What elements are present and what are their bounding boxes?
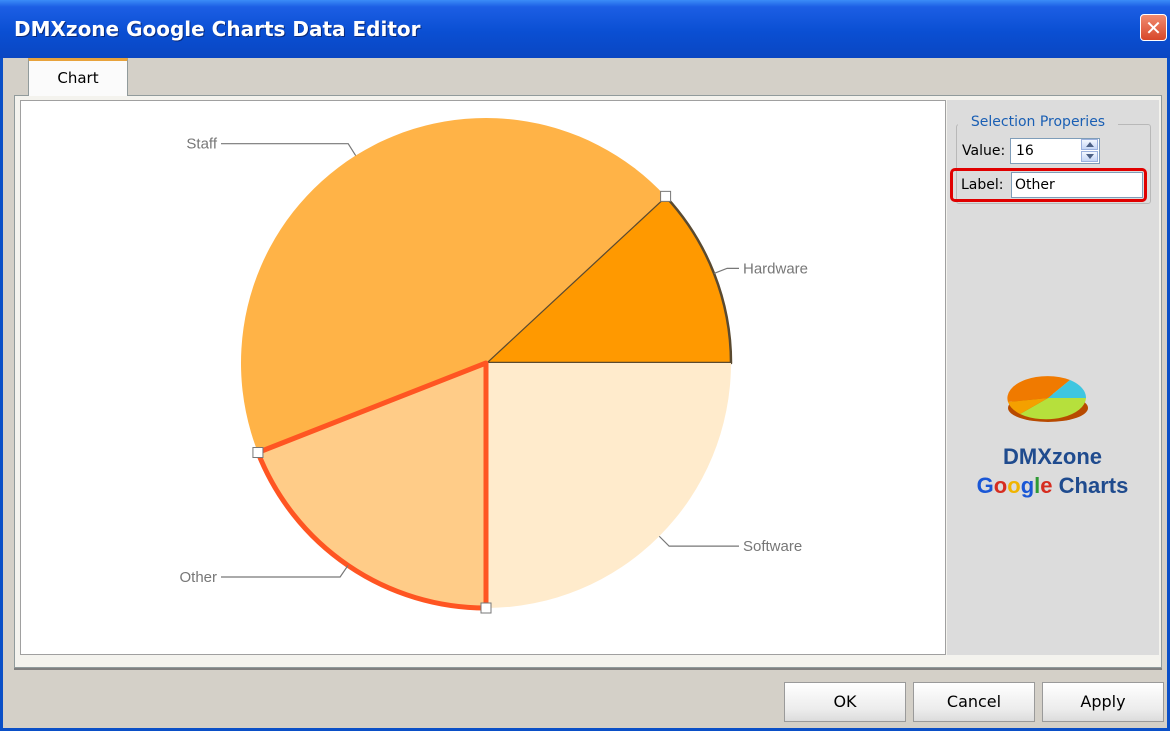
spin-down-icon[interactable] — [1081, 151, 1098, 162]
slice-leader-line — [658, 535, 739, 547]
slice-label: Other — [179, 569, 217, 586]
pie-chart-logo-icon — [1000, 362, 1105, 432]
brand-dmxzone: DMXzone — [1003, 444, 1102, 469]
tab-chart[interactable]: Chart — [28, 58, 128, 96]
window-title: DMXzone Google Charts Data Editor — [14, 17, 421, 41]
brand-google-charts: Google Charts — [950, 473, 1155, 499]
brand-google-letter: o — [993, 473, 1008, 498]
slice-leader-line — [713, 267, 739, 275]
brand-google-letter: g — [1020, 473, 1035, 498]
ok-button[interactable]: OK — [784, 682, 906, 722]
brand-google-letter: o — [1007, 473, 1021, 498]
label-field-label: Label: — [961, 177, 1004, 193]
label-input[interactable] — [1011, 172, 1143, 198]
title-bar[interactable]: DMXzone Google Charts Data Editor ✕ — [0, 0, 1170, 58]
pie-slice-software[interactable] — [486, 363, 731, 608]
slice-leader-line — [221, 143, 357, 156]
slice-label: Hardware — [743, 260, 808, 277]
brand-google-letter: e — [1040, 473, 1053, 498]
slice-leader-line — [221, 565, 349, 578]
panel-divider — [14, 668, 1162, 670]
apply-button[interactable]: Apply — [1042, 682, 1164, 722]
brand-google-word: Google — [977, 473, 1053, 498]
spin-up-icon[interactable] — [1081, 139, 1098, 150]
brand-google-letter: G — [976, 473, 994, 498]
slice-handle[interactable] — [480, 602, 492, 614]
slice-handle[interactable] — [252, 447, 264, 459]
cancel-button[interactable]: Cancel — [913, 682, 1035, 722]
close-icon[interactable]: ✕ — [1140, 14, 1167, 41]
brand-charts-word: Charts — [1058, 473, 1129, 498]
slice-label: Software — [743, 538, 802, 555]
value-field-label: Value: — [962, 143, 1006, 159]
pie-chart[interactable]: Hardware Software Other Staff — [20, 100, 946, 655]
slice-handle[interactable] — [660, 190, 672, 202]
slice-label: Staff — [186, 136, 217, 153]
selection-properties-title: Selection Properies — [958, 114, 1118, 130]
